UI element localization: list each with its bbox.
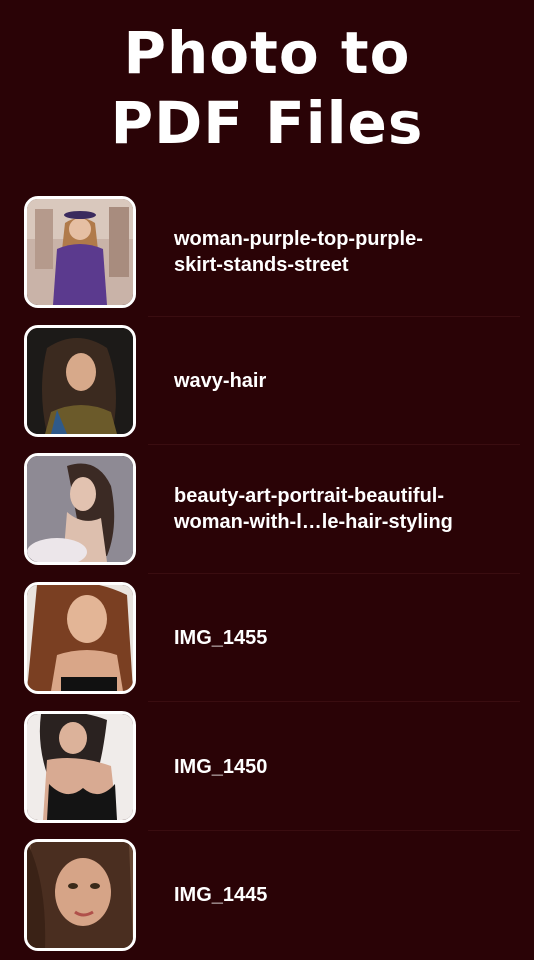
list-item[interactable]: wavy-hair	[0, 317, 534, 446]
photo-thumbnail[interactable]	[24, 839, 136, 952]
list-item[interactable]: woman-purple-top-purple- skirt-stands-st…	[0, 188, 534, 317]
file-name-line: wavy-hair	[174, 369, 267, 392]
photo-thumbnail-image	[27, 842, 133, 949]
list-item[interactable]: IMG_1455	[0, 574, 534, 703]
file-name-line: IMG_1455	[174, 627, 268, 650]
photo-thumbnail-image	[27, 585, 133, 692]
file-name-line: IMG_1445	[174, 884, 268, 907]
photo-thumbnail[interactable]	[24, 324, 136, 437]
file-name: IMG_1450	[174, 754, 504, 780]
file-name: IMG_1445	[174, 882, 504, 908]
file-name-line: skirt-stands-street	[174, 254, 349, 277]
photo-thumbnail-image	[27, 327, 133, 434]
page-title: Photo to PDF Files	[0, 18, 534, 158]
photo-thumbnail[interactable]	[24, 453, 136, 566]
file-name: woman-purple-top-purple- skirt-stands-st…	[174, 226, 504, 278]
file-name: IMG_1455	[174, 625, 504, 651]
file-name: beauty-art-portrait-beautiful- woman-wit…	[174, 483, 504, 535]
photo-thumbnail-image	[27, 713, 133, 820]
page-title-line-2: PDF Files	[110, 89, 424, 157]
photo-thumbnail[interactable]	[24, 710, 136, 823]
file-name-line: IMG_1450	[174, 755, 268, 778]
file-name-line: woman-with-l…le-hair-styling	[174, 511, 453, 534]
file-name-line: woman-purple-top-purple-	[174, 228, 423, 251]
photo-thumbnail-image	[27, 456, 133, 563]
list-item[interactable]: IMG_1450	[0, 702, 534, 831]
photo-thumbnail-image	[27, 199, 133, 306]
file-list: woman-purple-top-purple- skirt-stands-st…	[0, 188, 534, 960]
page-title-line-1: Photo to	[123, 19, 411, 87]
file-name-line: beauty-art-portrait-beautiful-	[174, 485, 444, 508]
list-item[interactable]: IMG_1445	[0, 831, 534, 960]
list-item[interactable]: beauty-art-portrait-beautiful- woman-wit…	[0, 445, 534, 574]
photo-thumbnail[interactable]	[24, 196, 136, 309]
photo-thumbnail[interactable]	[24, 582, 136, 695]
file-name: wavy-hair	[174, 368, 504, 394]
